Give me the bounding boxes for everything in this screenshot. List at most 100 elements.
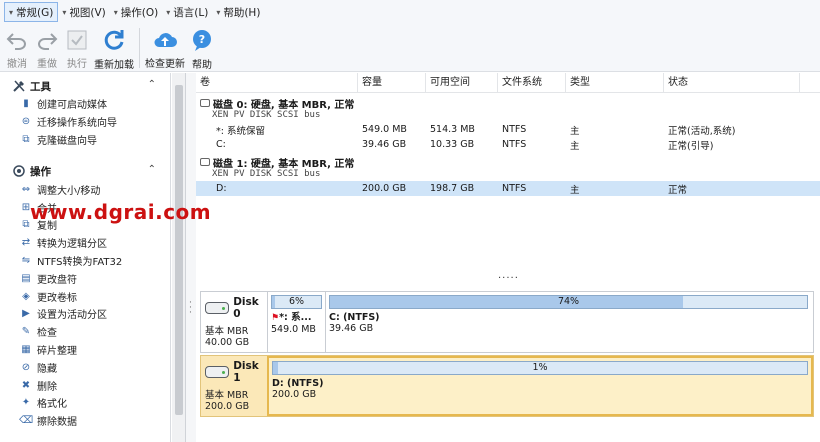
undo-icon [4, 28, 30, 51]
disk-icon [200, 99, 210, 107]
partition-block[interactable]: 6% ⚑*: 系... 549.0 MB [267, 292, 325, 352]
sidebar-item-resize-move[interactable]: ⇔ 调整大小/移动 [0, 180, 170, 198]
refresh-icon [101, 28, 127, 52]
format-icon: ✦ [21, 397, 31, 409]
label-icon: ◈ [22, 290, 30, 302]
partition-block[interactable]: 74% C: (NTFS) 39.46 GB [325, 292, 811, 352]
checkbox-icon [64, 28, 90, 51]
toolbar-divider [139, 28, 140, 68]
flag-icon: ▶ [22, 308, 30, 320]
sidebar-item-wipe[interactable]: ⌫ 擦除数据 [0, 412, 170, 430]
sidebar: 工具 ⌃ ▮ 创建可启动媒体 ⊜ 迁移操作系统向导 ⧉ 克隆磁盘向导 操作 ⌃ ⇔ 调整… [0, 73, 171, 442]
pane-resize-grip[interactable]: ..... [498, 270, 519, 281]
check-update-button[interactable]: 检查更新 [145, 24, 185, 70]
migrate-os-icon: ⊜ [21, 116, 31, 128]
sidebar-item-format[interactable]: ✦ 格式化 [0, 394, 170, 412]
table-row-selected[interactable]: D: 200.0 GB 198.7 GB NTFS 主 正常 [196, 181, 820, 196]
help-bubble-icon: ? [189, 28, 215, 52]
disk-group-title[interactable]: 磁盘 0: 硬盘, 基本 MBR, 正常 [196, 96, 820, 111]
disk-group-title[interactable]: 磁盘 1: 硬盘, 基本 MBR, 正常 [196, 155, 820, 170]
hard-disk-icon [205, 366, 230, 378]
operations-section-header[interactable]: 操作 ⌃ [0, 162, 170, 180]
disk-info: Disk 0 基本 MBR 40.00 GB [205, 296, 259, 348]
usage-bar: 1% [272, 361, 808, 375]
sidebar-item-clone-disk[interactable]: ⧉ 克隆磁盘向导 [0, 131, 170, 149]
col-filesystem[interactable]: 文件系统 [498, 73, 566, 93]
disk-icon [200, 158, 210, 166]
undo-button[interactable]: 撤消 [4, 24, 30, 70]
redo-icon [34, 28, 60, 51]
disk-0-row[interactable]: Disk 0 基本 MBR 40.00 GB 6% ⚑*: 系... 549.0 … [200, 291, 814, 353]
reload-button[interactable]: 重新加载 [94, 24, 134, 71]
chevron-up-icon[interactable]: ⌃ [148, 79, 156, 90]
wipe-icon: ⌫ [18, 415, 34, 427]
convert-icon: ⇄ [21, 237, 31, 249]
sidebar-item-delete[interactable]: ✖ 删除 [0, 376, 170, 394]
table-row[interactable]: *: 系统保留 549.0 MB 514.3 MB NTFS 主 正常(活动,系… [196, 122, 820, 137]
sidebar-item-set-active[interactable]: ▶ 设置为活动分区 [0, 305, 170, 323]
pane-splitter[interactable]: · · · [186, 73, 196, 442]
menu-operation[interactable]: ▾ 操作(O) [110, 2, 162, 22]
table-row[interactable]: C: 39.46 GB 10.33 GB NTFS 主 正常(引导) [196, 137, 820, 152]
redo-button[interactable]: 重做 [34, 24, 60, 70]
sidebar-item-change-label[interactable]: ◈ 更改卷标 [0, 287, 170, 305]
col-type[interactable]: 类型 [566, 73, 664, 93]
volume-table: 卷 容量 可用空间 文件系统 类型 状态 磁盘 0: 硬盘, 基本 MBR, 正… [196, 73, 820, 281]
apply-button[interactable]: 执行 [64, 24, 90, 70]
chevron-down-icon: ▾ [166, 7, 171, 17]
hide-icon: ⊘ [21, 361, 31, 373]
sidebar-item-ntfs-to-fat32[interactable]: ⇋ NTFS转换为FAT32 [0, 252, 170, 270]
usage-bar: 6% [271, 295, 322, 309]
sidebar-item-migrate-os[interactable]: ⊜ 迁移操作系统向导 [0, 113, 170, 131]
scrollbar-thumb[interactable] [175, 85, 183, 415]
menu-bar: ▾ 常规(G) ▾ 视图(V) ▾ 操作(O) ▾ 语言(L) ▾ 帮助(H) [0, 0, 820, 24]
disk-group-bus: XEN PV DISK SCSI bus [212, 110, 321, 120]
sidebar-item-create-bootable-media[interactable]: ▮ 创建可启动媒体 [0, 95, 170, 113]
menu-help[interactable]: ▾ 帮助(H) [212, 2, 264, 22]
disk-map: Disk 0 基本 MBR 40.00 GB 6% ⚑*: 系... 549.0 … [196, 285, 820, 442]
col-status[interactable]: 状态 [664, 73, 800, 93]
sidebar-item-hide[interactable]: ⊘ 隐藏 [0, 358, 170, 376]
delete-icon: ✖ [21, 379, 31, 391]
usage-bar: 74% [329, 295, 808, 309]
menu-view[interactable]: ▾ 视图(V) [58, 2, 109, 22]
sidebar-item-check[interactable]: ✎ 检查 [0, 323, 170, 341]
col-volume[interactable]: 卷 [196, 73, 358, 93]
resize-icon: ⇔ [21, 183, 31, 195]
disk-group-bus: XEN PV DISK SCSI bus [212, 169, 321, 179]
partition-block-selected[interactable]: 1% D: (NTFS) 200.0 GB [267, 356, 813, 416]
chevron-down-icon: ▾ [216, 7, 221, 17]
usb-icon: ▮ [23, 98, 29, 110]
chevron-down-icon: ▾ [9, 7, 14, 17]
disk-1-row[interactable]: Disk 1 基本 MBR 200.0 GB 1% D: (NTFS) 200.0… [200, 355, 814, 417]
menu-general[interactable]: ▾ 常规(G) [4, 2, 59, 22]
operations-icon [12, 164, 26, 178]
watermark-text: www.dgrai.com [30, 200, 212, 224]
sidebar-item-defrag[interactable]: ▦ 碎片整理 [0, 341, 170, 359]
sidebar-scrollbar[interactable] [172, 73, 186, 442]
tools-icon [12, 79, 26, 93]
wrench-icon: ✎ [21, 326, 31, 338]
convert-fs-icon: ⇋ [21, 254, 31, 266]
cloud-upload-icon [152, 28, 178, 51]
clone-icon: ⧉ [22, 133, 30, 145]
flag-icon: ⚑ [271, 313, 280, 323]
help-button[interactable]: ? 帮助 [189, 24, 215, 71]
hard-disk-icon [205, 302, 230, 314]
chevron-down-icon: ▾ [62, 7, 67, 17]
drive-letter-icon: ▤ [21, 272, 31, 284]
disk-info: Disk 1 基本 MBR 200.0 GB [205, 360, 259, 412]
col-free-space[interactable]: 可用空间 [426, 73, 498, 93]
menu-language[interactable]: ▾ 语言(L) [162, 2, 212, 22]
chevron-down-icon: ▾ [113, 7, 118, 17]
toolbar: 撤消 重做 执行 重新加载 检查更新 ? 帮助 [0, 24, 820, 72]
col-capacity[interactable]: 容量 [358, 73, 426, 93]
svg-text:?: ? [199, 33, 205, 46]
sidebar-item-change-letter[interactable]: ▤ 更改盘符 [0, 269, 170, 287]
defrag-icon: ▦ [21, 343, 31, 355]
chevron-up-icon[interactable]: ⌃ [148, 164, 156, 175]
tools-section-header[interactable]: 工具 ⌃ [0, 77, 170, 95]
sidebar-item-convert-logical[interactable]: ⇄ 转换为逻辑分区 [0, 234, 170, 252]
grip-icon: · · · [189, 298, 192, 318]
table-header: 卷 容量 可用空间 文件系统 类型 状态 [196, 73, 820, 93]
